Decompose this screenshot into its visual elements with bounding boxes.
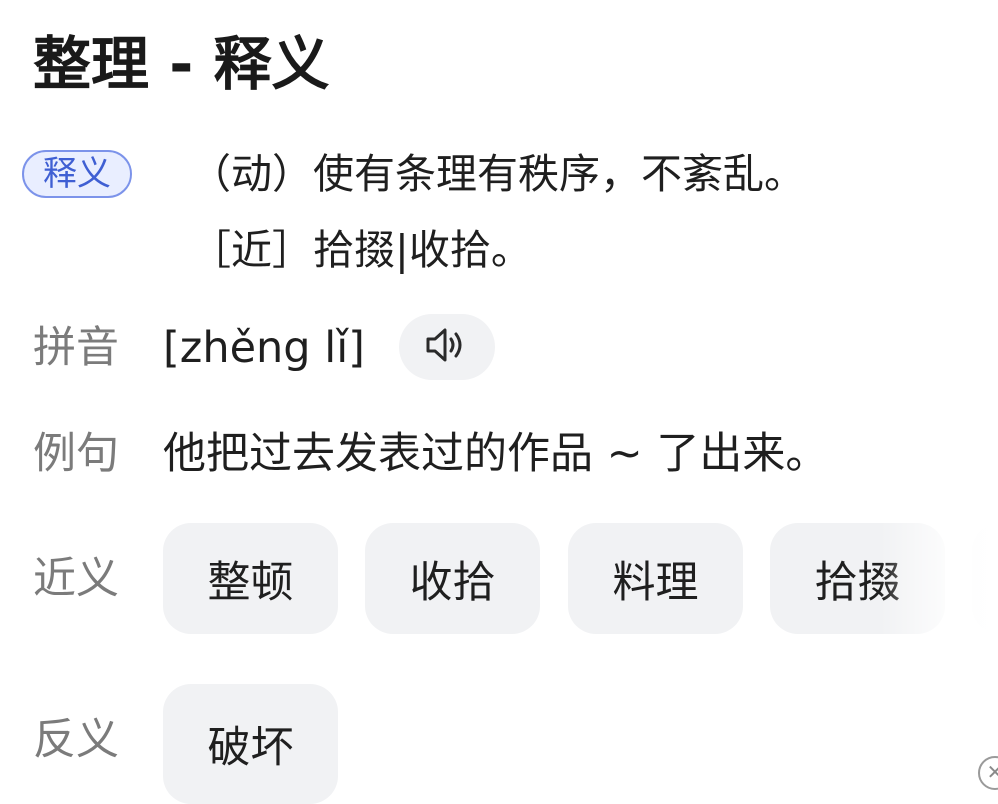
synonym-chip[interactable]: 料理 xyxy=(568,523,743,634)
antonyms-label: 反义 xyxy=(33,715,119,765)
pronunciation-button[interactable] xyxy=(399,314,495,380)
synonyms-label: 近义 xyxy=(33,554,119,604)
synonym-chip-overflow xyxy=(972,523,998,634)
antonym-chip[interactable]: 破坏 xyxy=(163,684,338,804)
example-label: 例句 xyxy=(33,429,119,479)
pinyin-label: 拼音 xyxy=(33,323,119,373)
definition-line-2: ［近］拾掇|收拾。 xyxy=(190,226,532,274)
pinyin-value: [zhěng lǐ] xyxy=(163,323,365,373)
synonym-chip[interactable]: 收拾 xyxy=(365,523,540,634)
definition-badge: 释义 xyxy=(22,150,132,198)
synonym-chip[interactable]: 整顿 xyxy=(163,523,338,634)
definition-line-1: （动）使有条理有秩序，不紊乱。 xyxy=(190,150,805,198)
synonym-chip[interactable]: 拾掇 xyxy=(770,523,945,634)
example-sentence: 他把过去发表过的作品 ~ 了出来。 xyxy=(163,429,829,479)
page-title: 整理 - 释义 xyxy=(33,30,330,98)
speaker-icon xyxy=(424,325,470,369)
close-icon[interactable]: ✕ xyxy=(978,756,998,790)
